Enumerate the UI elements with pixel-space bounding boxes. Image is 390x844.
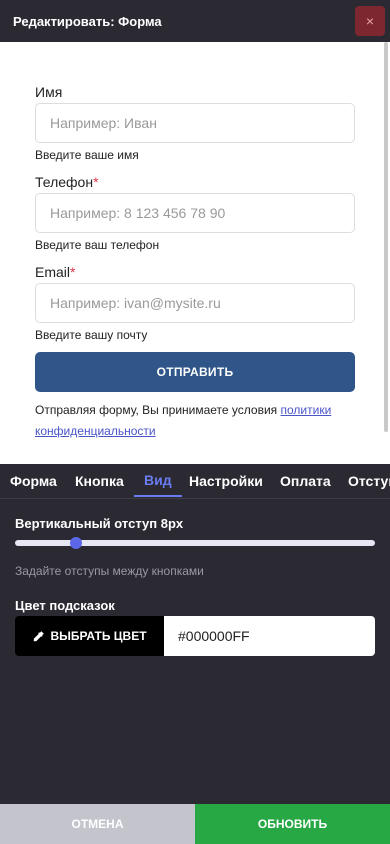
form-preview: Имя Например: Иван Введите ваше имя Теле… (0, 42, 390, 464)
email-hint: Введите вашу почту (35, 328, 148, 342)
name-placeholder: Например: Иван (50, 115, 157, 131)
email-label: Email* (35, 264, 76, 280)
tab-payment[interactable]: Оплата (280, 464, 331, 497)
phone-field[interactable]: Например: 8 123 456 78 90 (35, 193, 355, 233)
phone-label: Телефон* (35, 174, 99, 190)
email-field[interactable]: Например: ivan@mysite.ru (35, 283, 355, 323)
name-hint: Введите ваше имя (35, 148, 139, 162)
tab-button[interactable]: Кнопка (75, 464, 124, 497)
update-button[interactable]: ОБНОВИТЬ (195, 804, 390, 844)
email-placeholder: Например: ivan@mysite.ru (50, 295, 221, 311)
name-field[interactable]: Например: Иван (35, 103, 355, 143)
editor-header: Редактировать: Форма × (0, 0, 390, 42)
consent-text: Отправляя форму, Вы принимаете условия п… (35, 403, 332, 438)
spacing-hint: Задайте отступы между кнопками (15, 564, 204, 578)
color-picker: ВЫБРАТЬ ЦВЕТ #000000FF (15, 616, 375, 656)
tab-view[interactable]: Вид (134, 464, 182, 497)
spacing-label: Вертикальный отступ 8px (15, 516, 184, 531)
hint-color-label: Цвет подсказок (15, 598, 115, 613)
settings-tabs: Форма Кнопка Вид Настройки Оплата Отступ… (0, 464, 390, 499)
pipette-icon (34, 630, 45, 641)
close-button[interactable]: × (355, 6, 385, 36)
name-label: Имя (35, 84, 63, 100)
editor-title: Редактировать: Форма (13, 13, 162, 29)
tab-settings[interactable]: Настройки (189, 464, 263, 497)
pick-color-button[interactable]: ВЫБРАТЬ ЦВЕТ (15, 616, 164, 656)
color-value-input[interactable]: #000000FF (164, 616, 375, 656)
footer: ОТМЕНА ОБНОВИТЬ (0, 804, 390, 844)
spacing-slider[interactable] (15, 540, 375, 546)
close-icon: × (365, 13, 375, 29)
phone-placeholder: Например: 8 123 456 78 90 (50, 205, 226, 221)
tab-form[interactable]: Форма (10, 464, 57, 497)
submit-button[interactable]: ОТПРАВИТЬ (35, 352, 355, 392)
pick-color-label: ВЫБРАТЬ ЦВЕТ (50, 629, 147, 643)
phone-hint: Введите ваш телефон (35, 238, 160, 252)
slider-thumb[interactable] (70, 537, 83, 549)
preview-scrollbar[interactable] (384, 42, 388, 432)
view-settings-panel: Вертикальный отступ 8px Задайте отступы … (0, 500, 390, 804)
cancel-button[interactable]: ОТМЕНА (0, 804, 195, 844)
tab-spacing[interactable]: Отступы (348, 464, 390, 497)
